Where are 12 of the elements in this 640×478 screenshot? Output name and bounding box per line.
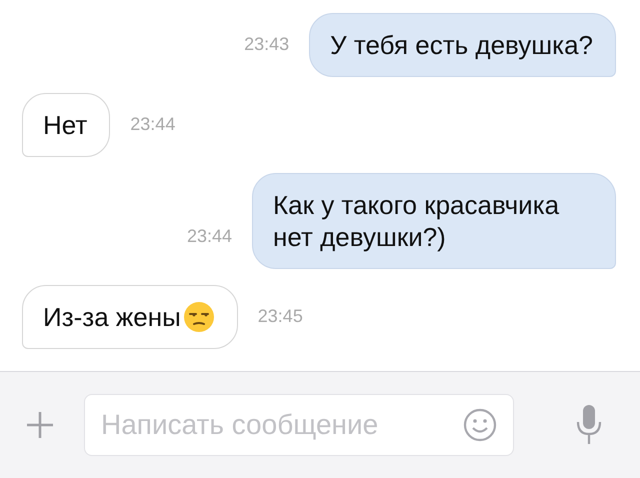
message-text: Как у такого красавчика нет девушки?) bbox=[273, 189, 560, 253]
message-input-field[interactable]: Написать сообщение bbox=[84, 394, 514, 456]
message-text: У тебя есть девушка? bbox=[330, 29, 593, 61]
message-time: 23:44 bbox=[130, 114, 176, 135]
message-time: 23:45 bbox=[258, 306, 303, 327]
message-text: Из-за жены bbox=[43, 301, 181, 333]
message-text: Нет bbox=[43, 109, 88, 141]
message-time: 23:44 bbox=[186, 226, 232, 247]
message-time: 23:43 bbox=[244, 34, 290, 55]
microphone-icon[interactable] bbox=[576, 404, 602, 446]
plus-icon[interactable] bbox=[26, 411, 54, 439]
smiley-icon[interactable] bbox=[463, 408, 497, 442]
